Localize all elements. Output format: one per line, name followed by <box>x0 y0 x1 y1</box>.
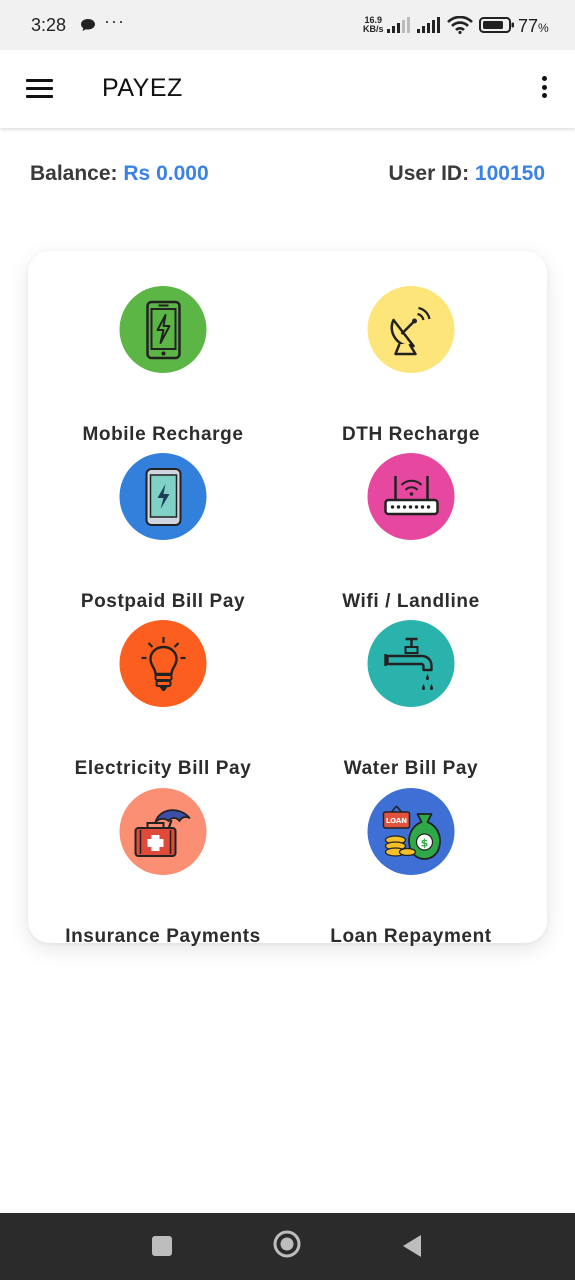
signal-2-icon <box>417 17 443 38</box>
user-id-value: 100150 <box>474 162 545 185</box>
battery-percentage: 77% <box>518 16 549 36</box>
services-card: Mobile Recharge DTH Recharge Postpaid Bi… <box>28 251 547 947</box>
wifi-router-icon <box>367 453 455 540</box>
service-electricity-bill-pay[interactable]: Electricity Bill Pay <box>33 620 293 779</box>
service-insurance-payments[interactable]: Insurance Payments <box>33 788 293 947</box>
user-id-label: User ID: <box>388 162 470 185</box>
water-tap-icon <box>367 620 455 707</box>
more-options-icon[interactable] <box>534 76 554 104</box>
chat-notification-icon <box>80 18 96 37</box>
network-speed: 16.9 KB/s <box>363 15 384 34</box>
wifi-icon <box>447 15 473 39</box>
service-label: Insurance Payments <box>65 926 261 947</box>
app-bar: PAYEZ <box>0 50 575 128</box>
smartphone-lightning-icon <box>119 286 207 373</box>
service-loan-repayment[interactable]: LOAN $ Loan Repayment <box>281 788 541 947</box>
svg-text:$: $ <box>420 836 428 849</box>
service-label: Mobile Recharge <box>82 424 244 445</box>
status-bar: 3:28 ··· 16.9 KB/s 77% <box>0 0 575 50</box>
app-title: PAYEZ <box>102 74 183 102</box>
hamburger-menu-icon[interactable] <box>26 79 53 99</box>
service-water-bill-pay[interactable]: Water Bill Pay <box>281 620 541 779</box>
battery-icon <box>479 16 515 39</box>
service-label: Wifi / Landline <box>342 591 480 612</box>
service-label: Postpaid Bill Pay <box>80 591 246 612</box>
service-dth-recharge[interactable]: DTH Recharge <box>281 286 541 445</box>
service-label: Electricity Bill Pay <box>74 758 252 779</box>
service-wifi-landline[interactable]: Wifi / Landline <box>281 453 541 612</box>
svg-text:LOAN: LOAN <box>385 817 406 825</box>
balance-display: Balance: Rs 0.000 <box>30 162 209 186</box>
light-bulb-icon <box>119 620 207 707</box>
satellite-dish-icon <box>367 286 455 373</box>
system-navigation-bar <box>0 1213 575 1280</box>
balance-label: Balance: <box>30 162 118 185</box>
service-postpaid-bill-pay[interactable]: Postpaid Bill Pay <box>33 453 293 612</box>
balance-value: Rs 0.000 <box>123 162 209 185</box>
recent-apps-button[interactable] <box>152 1236 172 1256</box>
user-id-display: User ID: 100150 <box>389 162 545 186</box>
more-notifications-icon: ··· <box>104 11 125 31</box>
back-button[interactable] <box>402 1234 422 1263</box>
medical-umbrella-icon <box>119 788 207 875</box>
phone-charge-icon <box>119 453 207 540</box>
home-button[interactable] <box>273 1230 301 1258</box>
status-time: 3:28 <box>31 15 67 35</box>
money-bag-icon: LOAN $ <box>367 788 455 875</box>
service-label: Loan Repayment <box>330 926 492 947</box>
service-label: Water Bill Pay <box>343 758 479 779</box>
service-mobile-recharge[interactable]: Mobile Recharge <box>33 286 293 445</box>
signal-1-icon <box>387 17 413 38</box>
service-label: DTH Recharge <box>341 424 481 445</box>
